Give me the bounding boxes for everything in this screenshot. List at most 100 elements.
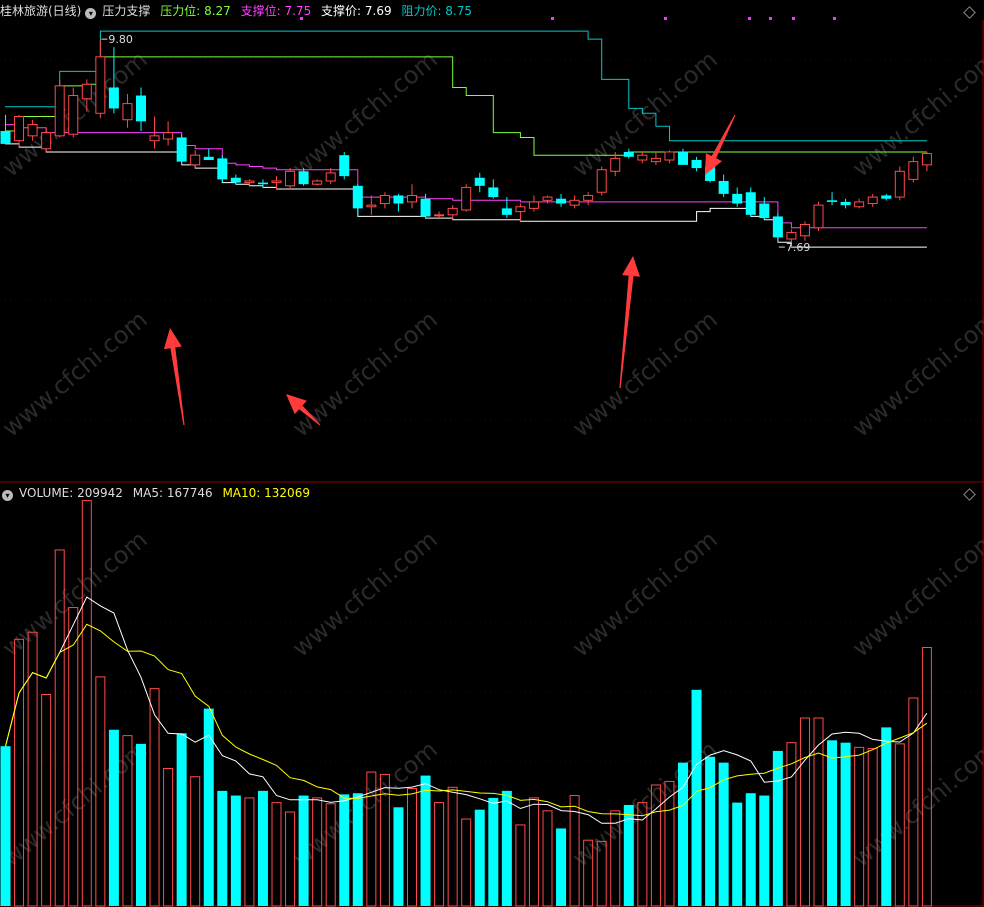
candle [772, 213, 783, 243]
candle [379, 192, 390, 209]
volume-header: ▾ VOLUME: 209942 MA5: 167746 MA10: 132069 [0, 483, 316, 503]
volume-bar [81, 500, 92, 907]
resist-price-line [5, 30, 927, 142]
candle-body [569, 199, 580, 206]
volume-bar [108, 729, 119, 906]
stock-title: 桂林旅游(日线) [0, 4, 82, 18]
candle-body [68, 95, 79, 135]
volume-bar [257, 790, 268, 906]
volume-bar [542, 810, 553, 907]
watermark-text: www.cfchi.com [287, 735, 443, 872]
candle-body [257, 182, 268, 185]
candle [515, 203, 526, 222]
volume-bar [745, 793, 756, 906]
volume-bar [515, 824, 526, 907]
candle-body [556, 198, 567, 204]
support-price-readout: 支撑价: 7.69 [321, 4, 392, 18]
candle-body [813, 204, 824, 229]
watermark-text: www.cfchi.com [847, 735, 984, 872]
candle [366, 195, 377, 215]
candle-body [366, 204, 377, 208]
candle-body [528, 201, 539, 209]
candle [840, 198, 851, 209]
volume-bar [136, 743, 146, 906]
candle-body [637, 154, 648, 161]
candle-body [190, 154, 201, 166]
candle-body [827, 200, 838, 202]
stock-chart-canvas: www.cfchi.com www.cfchi.com www.cfchi.com w… [0, 17, 984, 907]
candle [393, 193, 404, 212]
candle-body [163, 132, 174, 140]
candle [583, 192, 594, 206]
signal-marker [664, 17, 667, 20]
candle-body [596, 169, 607, 193]
chevron-down-icon[interactable]: ▾ [2, 490, 13, 501]
support-readout: 支撑位: 7.75 [241, 4, 312, 18]
candle-body [732, 193, 743, 204]
volume-bar [786, 742, 797, 907]
candle [285, 168, 296, 190]
volume-bar [718, 762, 729, 906]
volume-bar [772, 750, 783, 906]
volume-bar [393, 807, 404, 906]
volume-bar [854, 746, 865, 907]
candle-body [27, 124, 38, 137]
volume-bar [163, 768, 174, 907]
volume-bar [447, 786, 458, 907]
ma5-value: 167746 [166, 486, 213, 500]
volume-bar [691, 689, 702, 906]
candle [325, 168, 336, 185]
signal-marker [551, 17, 554, 20]
candle-body [312, 180, 323, 185]
main-chart-header: 桂林旅游(日线) ▾ 压力支撑 压力位: 8.27 支撑位: 7.75 支撑价: 7… [0, 1, 478, 21]
volume-bar [434, 802, 445, 907]
indicator-name: 压力支撑 [102, 4, 151, 18]
volume-bar [488, 797, 499, 906]
arrow-support-left [163, 328, 185, 426]
candle [447, 205, 458, 220]
volume-bar [799, 717, 810, 907]
volume-readout: VOLUME: 209942 [19, 486, 123, 500]
candle [921, 151, 932, 172]
candle [650, 151, 661, 165]
volume-bar [298, 795, 309, 906]
candle-body [0, 131, 11, 144]
candle-body [664, 151, 675, 161]
candle [244, 179, 255, 186]
candle [569, 195, 580, 209]
chevron-down-icon[interactable]: ▾ [85, 8, 97, 19]
pressure-readout: 压力位: 8.27 [160, 4, 231, 18]
watermark-text: www.cfchi.com [287, 45, 443, 182]
volume-bar [827, 740, 838, 906]
arrow-resistance [705, 114, 736, 175]
ma10-label: MA10: [222, 486, 265, 500]
candle [407, 184, 417, 209]
candle-body [447, 207, 458, 216]
candle-body [203, 156, 214, 161]
ma10-readout: MA10: 132069 [222, 486, 310, 500]
candle-body [271, 180, 282, 184]
candle-body [867, 196, 878, 205]
candle-body [718, 180, 729, 194]
volume-bar [230, 795, 241, 906]
volume-bar [732, 802, 743, 906]
volume-bar [41, 694, 52, 907]
candle-body [434, 214, 445, 217]
candle-body [41, 132, 52, 150]
candle-body [678, 151, 688, 165]
candle [122, 93, 133, 128]
candle [556, 193, 567, 207]
candle-body [921, 153, 932, 166]
candle-body [54, 85, 65, 137]
volume-bar [759, 795, 770, 906]
volume-bar [190, 776, 201, 907]
volume-bar [528, 797, 539, 907]
candle-body [136, 95, 146, 122]
candle-body [786, 232, 797, 240]
candle [0, 114, 11, 144]
candle-body [894, 170, 905, 198]
candle-body [285, 170, 296, 187]
volume-label: VOLUME: [19, 486, 78, 500]
candle-body [176, 137, 187, 162]
ma10-value: 132069 [264, 486, 310, 500]
